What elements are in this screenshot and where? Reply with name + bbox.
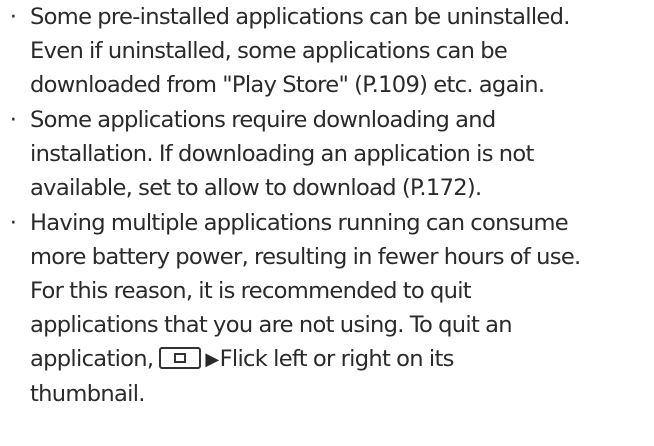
note-line: downloaded from "Play Store" (P.109) etc… (30, 72, 545, 98)
bullet-icon: · (9, 210, 17, 236)
note-line: Some pre-installed applications can be u… (30, 4, 570, 30)
note-line: Having multiple applications running can… (30, 210, 569, 236)
note-line: applications that you are not using. To … (30, 312, 513, 338)
arrow-right-icon: ▶ (205, 349, 219, 370)
note-line: thumbnail. (30, 381, 145, 407)
note-line-with-icons: application, ▶Flick left or right on its (30, 342, 654, 377)
note-text: Flick left or right on its (219, 346, 455, 372)
note-line: Some applications require downloading an… (30, 107, 496, 133)
note-text: application, (30, 346, 154, 372)
square-icon (174, 353, 187, 363)
note-line: more battery power, resulting in fewer h… (30, 244, 581, 270)
note-line: Even if uninstalled, some applications c… (30, 38, 508, 64)
note-item-uninstall: · Some pre-installed applications can be… (0, 0, 654, 102)
note-line: available, set to allow to download (P.1… (30, 175, 482, 201)
notes-list: · Some pre-installed applications can be… (0, 0, 654, 411)
recent-apps-key-icon (159, 347, 202, 369)
bullet-icon: · (9, 107, 17, 133)
note-item-battery: · Having multiple applications running c… (0, 206, 654, 411)
note-line: installation. If downloading an applicat… (30, 141, 534, 167)
note-line: For this reason, it is recommended to qu… (30, 278, 472, 304)
bullet-icon: · (9, 4, 17, 30)
note-item-download: · Some applications require downloading … (0, 103, 654, 205)
